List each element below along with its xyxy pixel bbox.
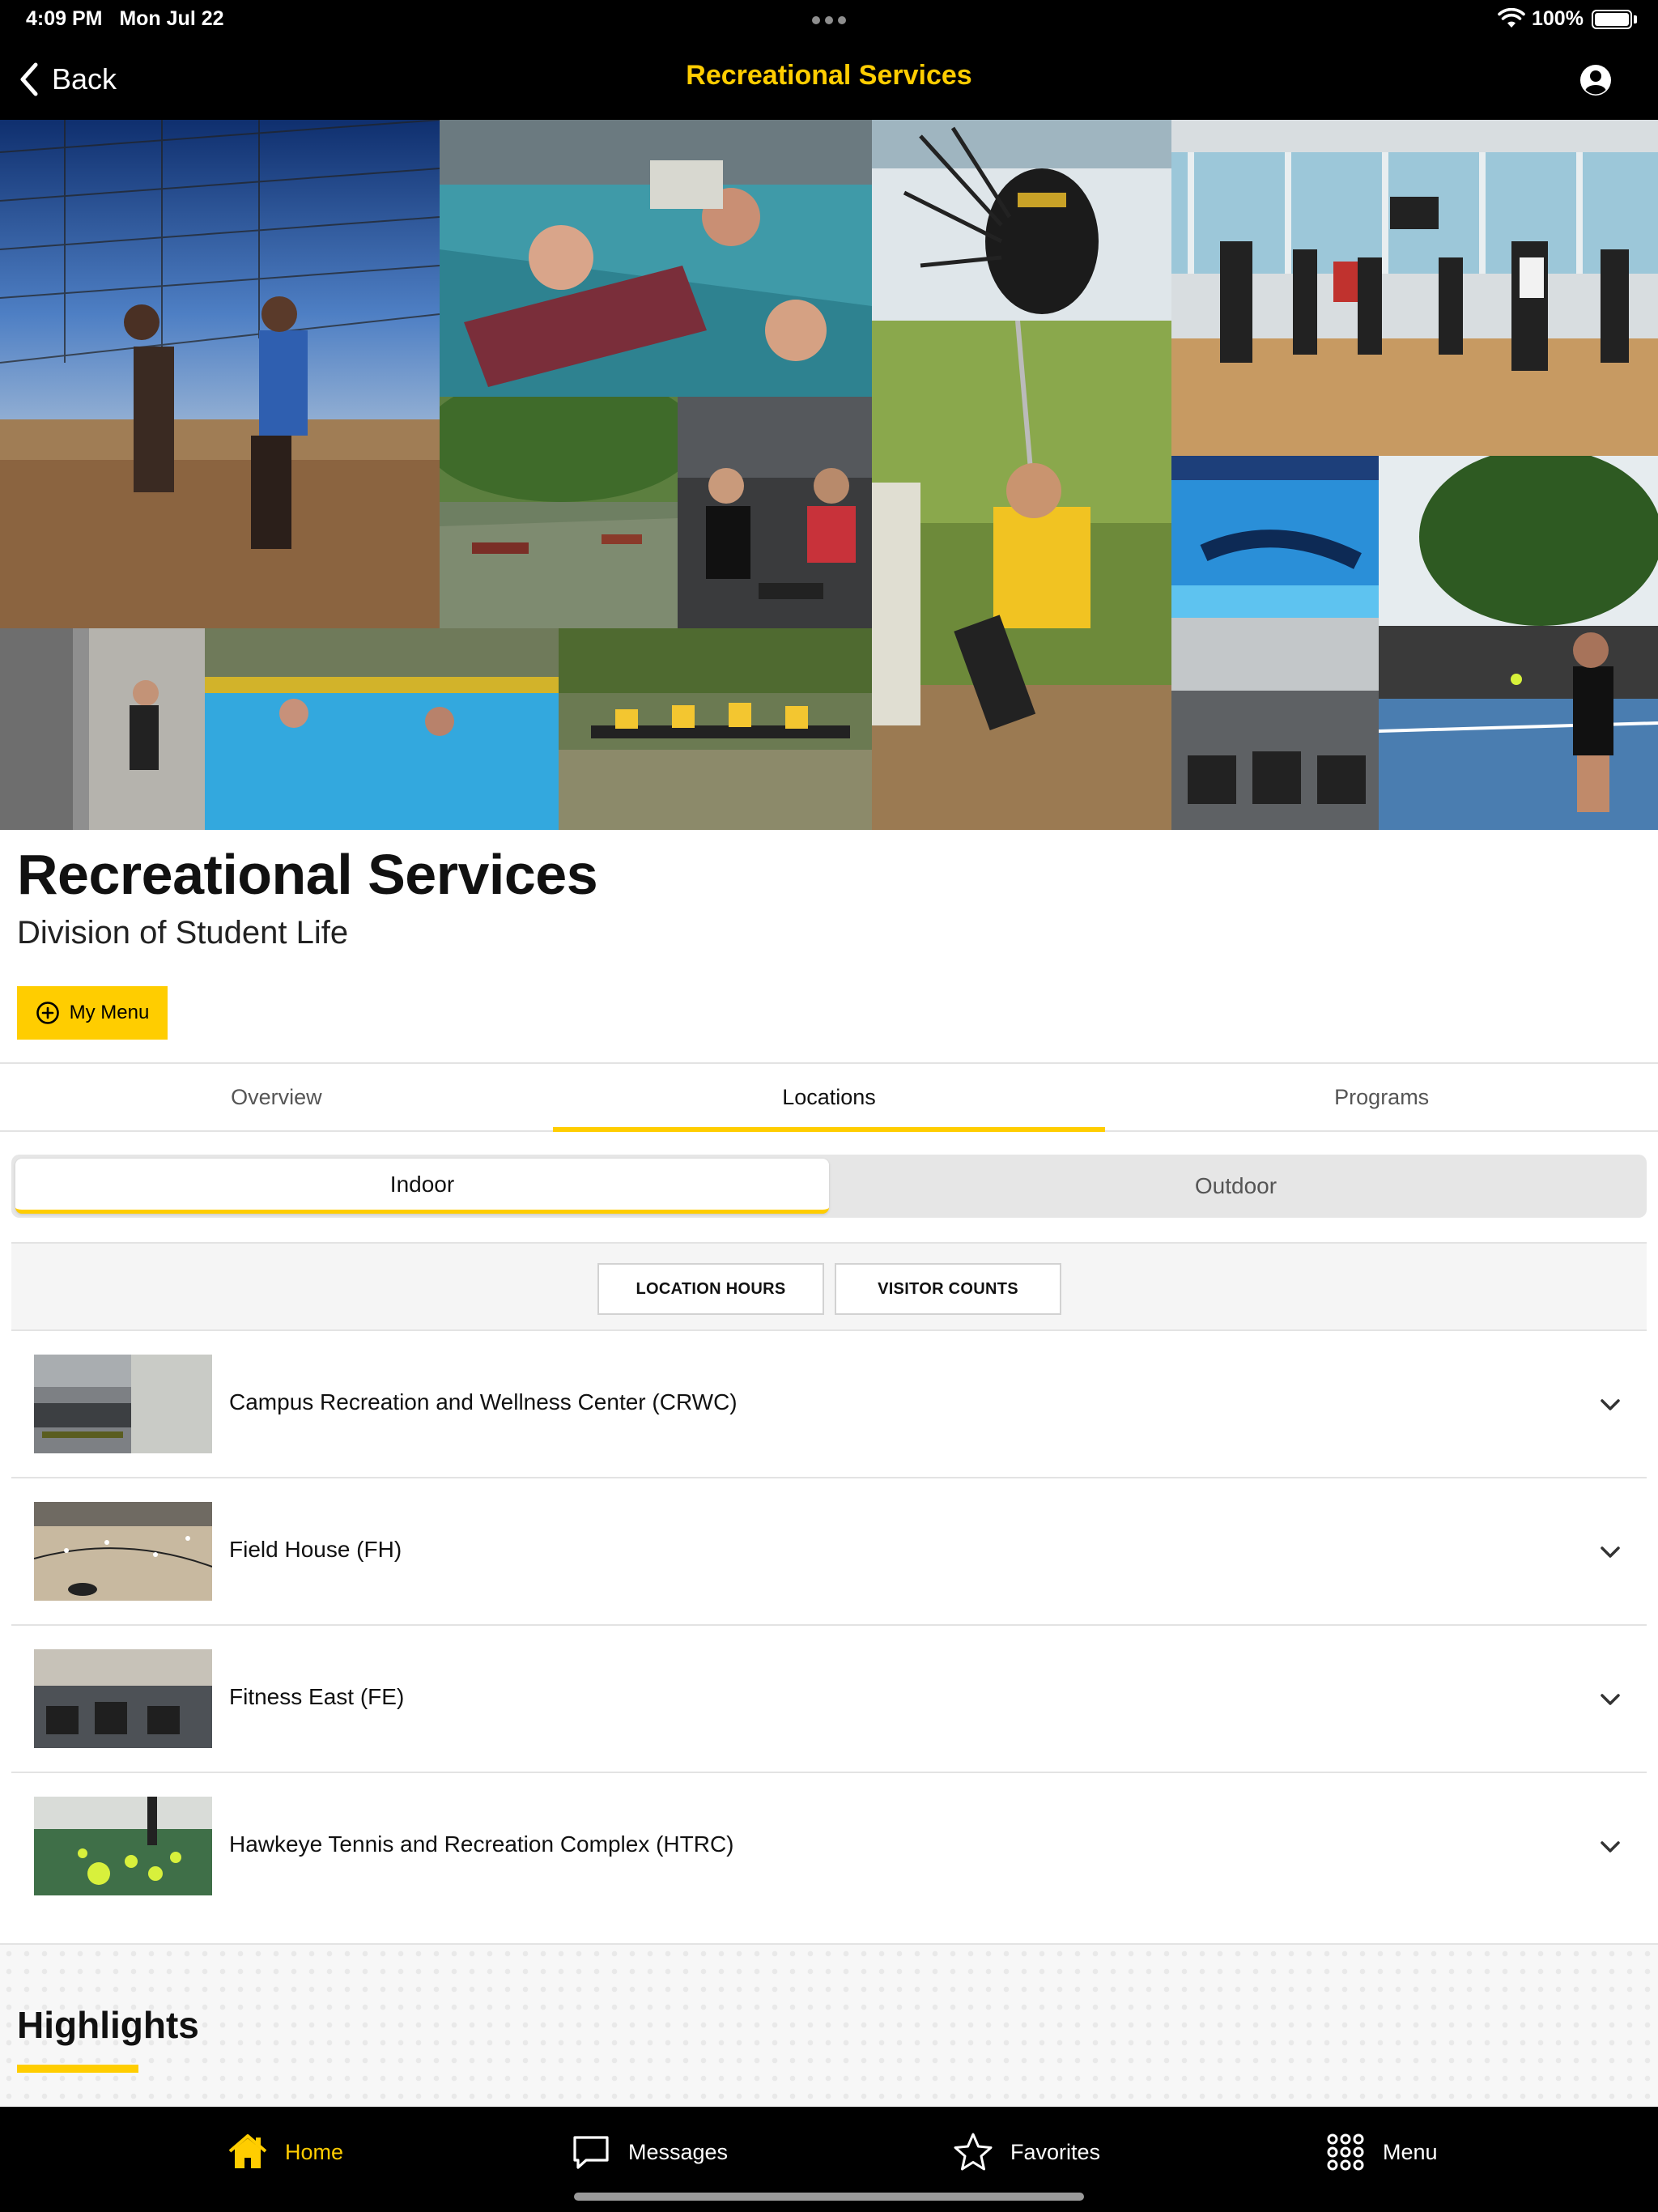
tabbar-menu[interactable]: Menu: [1324, 2129, 1438, 2175]
location-thumbnail-htrc: [34, 1797, 212, 1895]
tabbar-favorites-label: Favorites: [1010, 2139, 1101, 2164]
tab-overview[interactable]: Overview: [0, 1064, 553, 1130]
location-actions-bar: LOCATION HOURS VISITOR COUNTS: [11, 1242, 1647, 1331]
collage-photo-rowing: [559, 628, 872, 830]
chevron-down-icon[interactable]: [1598, 1394, 1622, 1415]
tabbar-menu-label: Menu: [1383, 2139, 1438, 2164]
page-title: Recreational Services: [17, 843, 598, 906]
battery-percentage: 100%: [1532, 7, 1584, 30]
home-icon: [228, 2134, 267, 2168]
collage-photo-canoe-pool: [440, 120, 872, 397]
page-subtitle: Division of Student Life: [17, 915, 349, 951]
location-name: Campus Recreation and Wellness Center (C…: [229, 1389, 738, 1414]
collage-photo-rock-climbing: [0, 628, 205, 830]
location-item-fitness-east[interactable]: Fitness East (FE): [11, 1626, 1647, 1773]
nav-title: Recreational Services: [686, 60, 972, 91]
location-item-field-house[interactable]: Field House (FH): [11, 1478, 1647, 1626]
chevron-down-icon[interactable]: [1598, 1836, 1622, 1857]
home-indicator[interactable]: [574, 2193, 1084, 2201]
status-time: 4:09 PM Mon Jul 22: [26, 7, 224, 30]
locations-list: Campus Recreation and Wellness Center (C…: [11, 1331, 1647, 1921]
location-thumbnail-fitness-east: [34, 1649, 212, 1748]
segment-indoor[interactable]: Indoor: [15, 1159, 829, 1214]
location-hours-button[interactable]: LOCATION HOURS: [597, 1263, 824, 1315]
collage-photo-tennis: [1379, 456, 1658, 830]
wifi-icon: [1498, 8, 1525, 28]
my-menu-label: My Menu: [69, 1002, 150, 1023]
location-name: Fitness East (FE): [229, 1684, 405, 1709]
location-thumbnail-field-house: [34, 1502, 212, 1601]
status-bar: 4:09 PM Mon Jul 22 100%: [0, 0, 1658, 39]
collage-photo-indoor-pool: [205, 628, 559, 830]
highlights-underline: [17, 2065, 138, 2073]
highlights-section: Highlights: [0, 1943, 1658, 2107]
collage-photo-volleyball: [0, 120, 440, 628]
location-item-htrc[interactable]: Hawkeye Tennis and Recreation Complex (H…: [11, 1773, 1647, 1921]
tabbar-home-label: Home: [285, 2139, 344, 2164]
visitor-counts-button[interactable]: VISITOR COUNTS: [835, 1263, 1061, 1315]
star-icon: [954, 2133, 993, 2171]
chevron-down-icon[interactable]: [1598, 1689, 1622, 1710]
location-thumbnail-crwc: [34, 1355, 212, 1453]
indoor-outdoor-segmented-control: Indoor Outdoor: [11, 1155, 1647, 1218]
tab-locations[interactable]: Locations: [552, 1064, 1106, 1132]
my-menu-button[interactable]: My Menu: [17, 986, 168, 1040]
tabbar-favorites[interactable]: Favorites: [952, 2129, 1100, 2175]
section-tabs: Overview Locations Programs: [0, 1062, 1658, 1132]
collage-photo-river-kayak: [440, 397, 678, 628]
location-name: Hawkeye Tennis and Recreation Complex (H…: [229, 1831, 734, 1857]
collage-photo-hockey: [872, 120, 1171, 321]
user-profile-icon[interactable]: [1579, 63, 1613, 97]
collage-photo-fitness-class: [1171, 120, 1658, 456]
chat-bubble-icon: [573, 2136, 609, 2169]
battery-icon: [1592, 10, 1632, 29]
tab-programs[interactable]: Programs: [1105, 1064, 1658, 1130]
chevron-down-icon[interactable]: [1598, 1542, 1622, 1563]
collage-photo-swimming: [1171, 456, 1379, 618]
grid-icon: [1327, 2133, 1364, 2171]
tabbar-home[interactable]: Home: [227, 2129, 343, 2175]
location-item-crwc[interactable]: Campus Recreation and Wellness Center (C…: [11, 1331, 1647, 1478]
multitasking-dots-icon[interactable]: [812, 16, 846, 24]
navigation-bar: Back Recreational Services: [0, 39, 1658, 120]
tabbar-messages[interactable]: Messages: [570, 2129, 728, 2175]
status-date: Mon Jul 22: [119, 7, 224, 30]
plus-circle-icon: [36, 1002, 59, 1024]
collage-photo-cardio-gym: [1171, 618, 1379, 830]
collage-photo-weight-training: [678, 397, 872, 628]
segment-outdoor[interactable]: Outdoor: [829, 1159, 1643, 1214]
location-name: Field House (FH): [229, 1537, 402, 1562]
collage-photo-zip-line: [872, 321, 1171, 830]
highlights-heading: Highlights: [17, 2004, 199, 2046]
hero-photo-collage: [0, 120, 1658, 830]
tabbar-messages-label: Messages: [628, 2139, 729, 2164]
bottom-tab-bar: Home Messages Favorites Menu: [0, 2107, 1658, 2212]
